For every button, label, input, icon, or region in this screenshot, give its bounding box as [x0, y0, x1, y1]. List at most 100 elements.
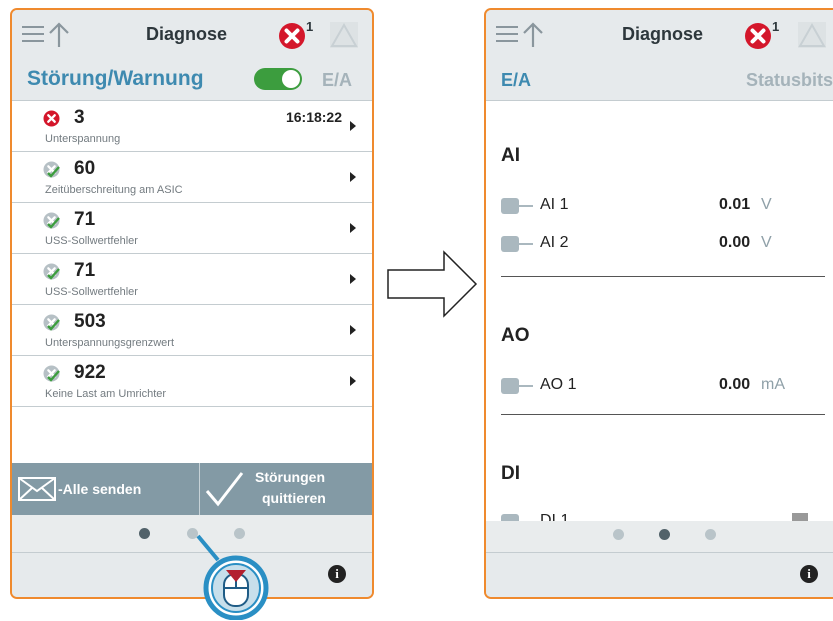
- chevron-right-icon: [350, 274, 356, 284]
- warning-icon[interactable]: [798, 22, 826, 48]
- fault-description: Zeitüberschreitung am ASIC: [45, 184, 183, 196]
- acknowledged-fault-icon: [43, 314, 60, 331]
- header-title: Diagnose: [146, 24, 228, 44]
- di-state-indicator: [792, 513, 808, 521]
- list-item[interactable]: 60 Zeitüberschreitung am ASIC: [12, 152, 372, 203]
- fault-description: USS-Sollwertfehler: [45, 235, 138, 247]
- top-bar: Diagnose 1: [12, 10, 372, 59]
- list-item[interactable]: 71 USS-Sollwertfehler: [12, 254, 372, 305]
- fault-code: 922: [74, 362, 106, 383]
- mail-icon: [18, 477, 56, 501]
- header-title: Diagnose: [622, 24, 704, 44]
- fault-time: 16:18:22: [285, 109, 342, 125]
- menu-icon[interactable]: [22, 26, 44, 42]
- page-dot[interactable]: [613, 529, 624, 540]
- up-arrow-icon[interactable]: [522, 22, 544, 48]
- io-connector: [519, 385, 533, 387]
- info-icon[interactable]: i: [328, 565, 346, 583]
- info-icon[interactable]: i: [800, 565, 818, 583]
- tab-io-active[interactable]: E/A: [501, 70, 531, 91]
- io-value: 0.00: [719, 376, 751, 393]
- chevron-right-icon: [350, 223, 356, 233]
- chevron-right-icon: [350, 121, 356, 131]
- page-dot[interactable]: [139, 528, 150, 539]
- fault-description: Keine Last am Umrichter: [45, 388, 167, 400]
- acknowledge-label-line1: Störungen: [255, 469, 325, 485]
- section-title: Störung/Warnung: [27, 67, 204, 90]
- sub-header: E/A Statusbits: [486, 58, 833, 101]
- send-all-label: -Alle senden: [58, 481, 142, 497]
- page-dot[interactable]: [659, 529, 670, 540]
- sub-header: Störung/Warnung E/A: [12, 58, 372, 101]
- page-indicator: [486, 529, 833, 549]
- up-arrow-icon[interactable]: [48, 22, 70, 48]
- fault-code: 3: [74, 107, 85, 128]
- diagnose-screen-io: Diagnose 1 E/A Statusbits AI AI 1 0.01 V…: [484, 8, 833, 599]
- view-toggle[interactable]: [254, 68, 302, 90]
- list-item[interactable]: 922 Keine Last am Umrichter: [12, 356, 372, 407]
- acknowledge-label-line2: quittieren: [262, 490, 326, 506]
- error-count: 1: [306, 19, 314, 34]
- io-connector: [519, 205, 533, 207]
- io-row-ai2[interactable]: AI 2 0.00 V: [501, 231, 833, 257]
- list-item[interactable]: 503 Unterspannungsgrenzwert: [12, 305, 372, 356]
- fault-code: 71: [74, 260, 96, 281]
- io-indicator: [501, 514, 519, 521]
- io-value: 0.01: [719, 196, 751, 213]
- footer-bar: i: [486, 552, 833, 597]
- section-divider: [501, 414, 825, 415]
- mouse-swipe-icon: [196, 534, 269, 620]
- io-row-di1[interactable]: DI 1: [501, 509, 833, 521]
- io-content: AI AI 1 0.01 V AI 2 0.00 V AO AO 1 0.00 …: [486, 101, 833, 521]
- error-badge-icon[interactable]: [278, 22, 306, 50]
- section-title-ai: AI: [501, 145, 520, 166]
- arrow-right-icon: [387, 250, 478, 318]
- tab-status-bits[interactable]: Statusbits: [746, 70, 833, 91]
- fault-description: Unterspannungsgrenzwert: [45, 337, 175, 349]
- menu-icon[interactable]: [496, 26, 518, 42]
- warning-icon[interactable]: [330, 22, 358, 48]
- section-title-ao: AO: [501, 325, 530, 346]
- top-bar: Diagnose 1: [486, 10, 833, 59]
- io-name: AI 2: [540, 234, 569, 251]
- send-all-button[interactable]: -Alle senden: [12, 463, 200, 515]
- fault-description: USS-Sollwertfehler: [45, 286, 138, 298]
- error-icon: [43, 110, 60, 127]
- action-bar: -Alle senden Störungen quittieren: [12, 463, 372, 515]
- chevron-right-icon: [350, 325, 356, 335]
- section-divider: [501, 276, 825, 277]
- list-item[interactable]: 71 USS-Sollwertfehler: [12, 203, 372, 254]
- diagnose-screen-faults: Diagnose 1 Störung/Warnung E/A 3 Untersp…: [10, 8, 374, 599]
- io-row-ao1[interactable]: AO 1 0.00 mA: [501, 373, 833, 399]
- io-name: AO 1: [540, 376, 577, 393]
- chevron-right-icon: [350, 172, 356, 182]
- acknowledged-fault-icon: [43, 365, 60, 382]
- io-unit: V: [761, 234, 772, 251]
- error-badge-icon[interactable]: [744, 22, 772, 50]
- acknowledged-fault-icon: [43, 263, 60, 280]
- io-indicator: [501, 198, 519, 214]
- error-count: 1: [772, 19, 780, 34]
- io-unit: mA: [761, 376, 785, 393]
- io-value: 0.00: [719, 234, 751, 251]
- fault-description: Unterspannung: [45, 133, 121, 145]
- acknowledged-fault-icon: [43, 161, 60, 178]
- list-item[interactable]: 3 Unterspannung 16:18:22: [12, 101, 372, 152]
- chevron-right-icon: [350, 376, 356, 386]
- checkmark-icon: [205, 472, 244, 507]
- io-name: DI 1: [540, 512, 570, 521]
- tab-io[interactable]: E/A: [322, 70, 352, 91]
- io-connector: [519, 243, 533, 245]
- io-unit: V: [761, 196, 772, 213]
- acknowledge-faults-button[interactable]: Störungen quittieren: [200, 463, 372, 515]
- io-indicator: [501, 378, 519, 394]
- io-row-ai1[interactable]: AI 1 0.01 V: [501, 193, 833, 219]
- fault-list: 3 Unterspannung 16:18:22 60 Zeitüberschr…: [12, 101, 372, 463]
- fault-code: 60: [74, 158, 96, 179]
- page-dot[interactable]: [705, 529, 716, 540]
- io-name: AI 1: [540, 196, 569, 213]
- io-indicator: [501, 236, 519, 252]
- acknowledged-fault-icon: [43, 212, 60, 229]
- toggle-knob: [282, 70, 300, 88]
- fault-code: 71: [74, 209, 96, 230]
